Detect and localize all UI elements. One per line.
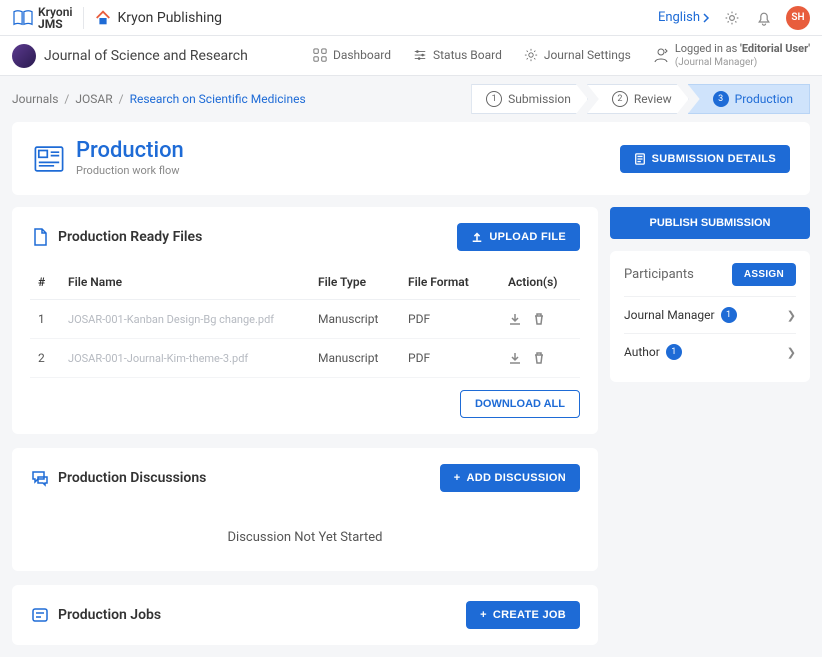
step-review[interactable]: 2 Review [587,84,689,114]
discussion-icon [30,468,50,488]
language-selector[interactable]: English [658,10,710,25]
production-files-card: Production Ready Files Upload File # Fil… [12,207,598,434]
breadcrumb-bar: Journals / JOSAR / Research on Scientifi… [0,76,822,122]
jobs-card: Production Jobs + Create Job [12,585,598,645]
download-all-button[interactable]: Download All [460,390,580,418]
crumb-0[interactable]: Journals [12,92,58,106]
file-row: 2 JOSAR-001-Journal-Kim-theme-3.pdf Manu… [30,339,580,378]
jobs-title: Production Jobs [58,607,161,623]
app-name: Kryon Publishing [118,10,223,26]
page-subtitle: Production work flow [76,164,184,177]
app-logo[interactable]: Kryon Publishing [94,9,223,27]
plus-icon: + [454,472,461,484]
chevron-right-icon: ❯ [787,346,796,359]
crumb-1[interactable]: JOSAR [75,92,112,106]
upload-icon [471,231,483,243]
add-discussion-button[interactable]: + Add Discussion [440,464,580,492]
step-production[interactable]: 3 Production [688,84,810,114]
participant-journal-manager[interactable]: Journal Manager 1 ❯ [624,296,796,333]
files-title: Production Ready Files [58,229,202,245]
user-avatar[interactable]: SH [786,6,810,30]
upload-file-button[interactable]: Upload File [457,223,580,251]
sliders-icon [413,48,427,62]
step-submission[interactable]: 1 Submission [471,84,588,114]
chevron-right-icon [702,13,710,23]
nav-journal-settings[interactable]: Journal Settings [524,48,631,62]
brand-logo[interactable]: Kryoni JMS [12,6,73,30]
nav-status-board[interactable]: Status Board [413,48,502,62]
jobs-icon [30,605,50,625]
participants-title: Participants [624,267,694,282]
login-info: Logged in as 'Editorial User' (Journal M… [653,42,810,69]
chevron-right-icon: ❯ [787,309,796,322]
divider [83,7,84,29]
publish-submission-button[interactable]: Publish Submission [610,207,810,239]
gear-icon [524,48,538,62]
notifications-button[interactable] [754,8,774,28]
discussions-title: Production Discussions [58,470,206,486]
count-badge: 1 [721,307,737,323]
bell-icon [756,10,772,26]
discussions-empty: Discussion Not Yet Started [30,506,580,555]
participants-card: Participants Assign Journal Manager 1 ❯ … [610,251,810,382]
breadcrumb: Journals / JOSAR / Research on Scientifi… [12,92,306,106]
assign-button[interactable]: Assign [732,263,796,286]
participant-author[interactable]: Author 1 ❯ [624,333,796,370]
file-row: 1 JOSAR-001-Kanban Design-Bg change.pdf … [30,300,580,339]
download-icon[interactable] [508,351,522,365]
crumb-2[interactable]: Research on Scientific Medicines [130,92,306,106]
page-title: Production [76,140,184,162]
files-table: # File Name File Type File Format Action… [30,265,580,378]
house-icon [94,9,112,27]
nav-dashboard[interactable]: Dashboard [313,48,391,62]
sub-header: Journal of Science and Research Dashboar… [0,36,822,76]
count-badge: 1 [666,344,682,360]
journal-name: Journal of Science and Research [44,48,248,64]
top-header: Kryoni JMS Kryon Publishing English SH [0,0,822,36]
dashboard-icon [313,48,327,62]
stepper: 1 Submission 2 Review 3 Production [472,84,810,114]
brand-sub: JMS [38,18,73,30]
settings-button[interactable] [722,8,742,28]
journal-avatar [12,44,36,68]
submission-details-button[interactable]: Submission Details [620,145,790,173]
discussions-card: Production Discussions + Add Discussion … [12,448,598,571]
production-icon [32,142,66,176]
plus-icon: + [480,609,487,621]
create-job-button[interactable]: + Create Job [466,601,580,629]
download-icon[interactable] [508,312,522,326]
book-icon [12,9,34,27]
brand-name: Kryoni [38,6,73,18]
notes-icon [634,153,646,165]
delete-icon[interactable] [532,312,546,326]
gear-icon [724,10,740,26]
delete-icon[interactable] [532,351,546,365]
files-icon [30,227,50,247]
user-login-icon [653,47,669,63]
page-title-card: Production Production work flow Submissi… [12,122,810,195]
